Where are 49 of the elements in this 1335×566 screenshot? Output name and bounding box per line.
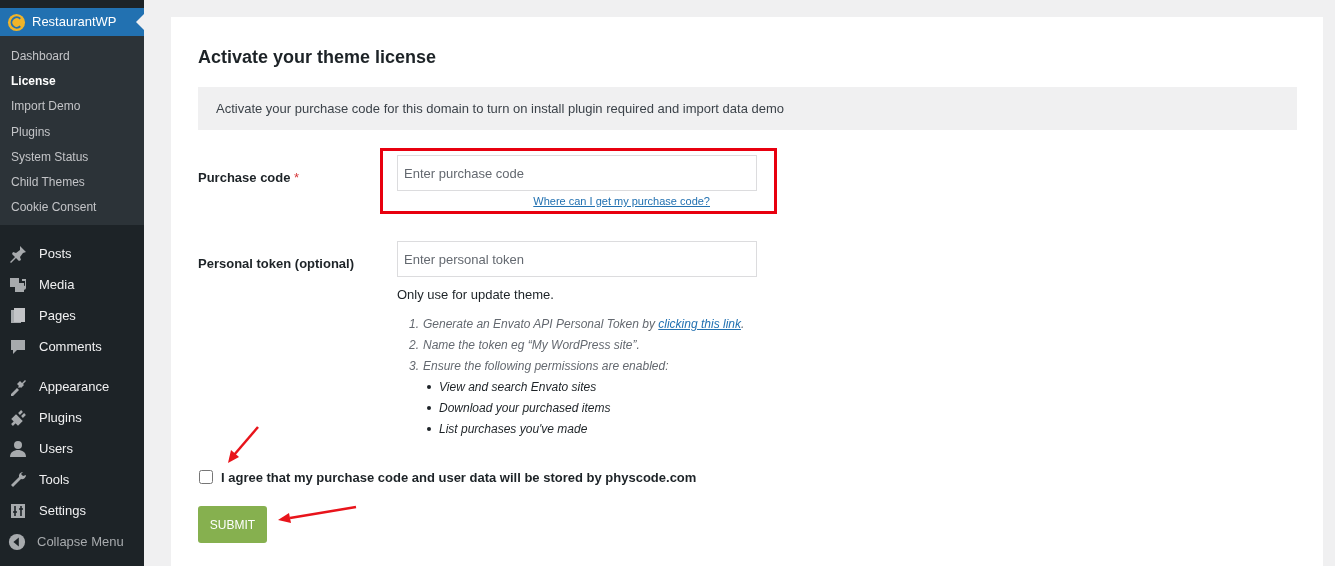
permission-text: View and search Envato sites bbox=[439, 379, 597, 396]
step-text: Generate an Envato API Personal Token by clicking this link. bbox=[423, 316, 745, 333]
menu-item[interactable]: Users bbox=[0, 433, 144, 465]
step-number: 1. bbox=[409, 316, 419, 333]
menu-item[interactable]: Plugins bbox=[0, 402, 144, 434]
user-icon bbox=[8, 438, 28, 459]
permission-text: List purchases you've made bbox=[439, 421, 588, 438]
bullet-icon bbox=[427, 406, 431, 410]
agreement-label: I agree that my purchase code and user data will be stored by physcode.com bbox=[221, 468, 697, 487]
menu-item[interactable]: Comments bbox=[0, 331, 144, 363]
bullet-icon bbox=[427, 427, 431, 431]
collapse-menu-button[interactable]: Collapse Menu bbox=[0, 526, 144, 558]
collapse-icon bbox=[8, 532, 26, 551]
pin-icon bbox=[8, 243, 28, 264]
field-label: Purchase code * bbox=[198, 169, 301, 187]
logo-icon bbox=[7, 12, 26, 32]
submenu-item[interactable]: Child Themes bbox=[0, 169, 144, 195]
menu-item[interactable]: Posts bbox=[0, 238, 144, 270]
step-text: Name the token eg “My WordPress site”. bbox=[423, 337, 640, 354]
submenu-item[interactable]: Import Demo bbox=[0, 93, 144, 119]
menu-header[interactable]: RestaurantWP bbox=[0, 8, 144, 36]
menu-item[interactable]: Settings bbox=[0, 495, 144, 527]
pointer-icon bbox=[136, 14, 144, 30]
menu-item[interactable]: Appearance bbox=[0, 371, 144, 403]
help-link[interactable]: Where can I get my purchase code? bbox=[533, 194, 710, 208]
permission-text: Download your purchased items bbox=[439, 400, 611, 417]
text-field[interactable]: Enter personal token bbox=[397, 241, 757, 277]
field-note: Only use for update theme. bbox=[397, 286, 555, 304]
menu-item[interactable]: Pages bbox=[0, 300, 144, 332]
notice-text: Activate your purchase code for this domain to turn on install plugin required and import data demo bbox=[198, 87, 1297, 130]
submenu-item[interactable]: Plugins bbox=[0, 118, 144, 145]
link[interactable]: clicking this link bbox=[658, 317, 741, 331]
field-label: Personal token (optional) bbox=[198, 255, 355, 273]
annotation-arrow bbox=[228, 426, 259, 463]
submenu-item[interactable]: Dashboard bbox=[0, 43, 144, 69]
menu-item[interactable]: Tools bbox=[0, 464, 144, 496]
menu-item[interactable]: Media bbox=[0, 269, 144, 301]
page-title: Activate your theme license bbox=[198, 46, 438, 69]
submenu-item[interactable]: System Status bbox=[0, 144, 144, 170]
step-number: 3. bbox=[409, 358, 419, 375]
agree-checkbox[interactable] bbox=[199, 470, 213, 485]
step-text: Ensure the following permissions are enabled: bbox=[423, 358, 669, 375]
step-number: 2. bbox=[409, 337, 419, 354]
pages-icon bbox=[8, 305, 28, 326]
menu-title: RestaurantWP bbox=[32, 13, 117, 32]
submenu-item[interactable]: License bbox=[0, 68, 144, 94]
bullet-icon bbox=[427, 385, 431, 389]
submenu-item[interactable]: Cookie Consent bbox=[0, 194, 144, 221]
text-field[interactable]: Enter purchase code bbox=[397, 155, 757, 191]
